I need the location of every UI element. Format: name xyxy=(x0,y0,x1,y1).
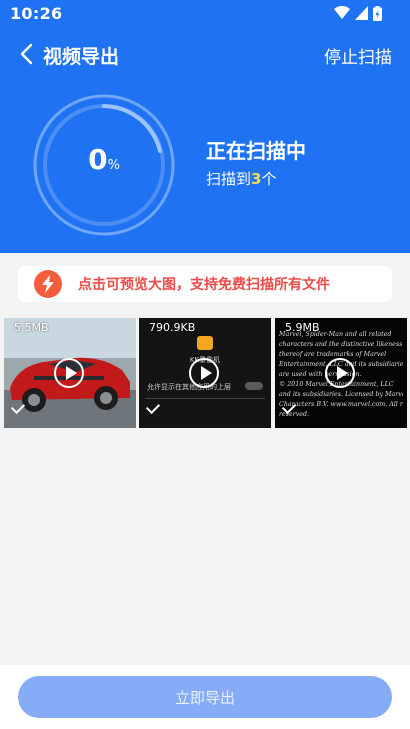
progress-unit: % xyxy=(107,158,120,173)
nav-bar: 视频导出 停止扫描 xyxy=(0,38,410,72)
found-count: 3 xyxy=(251,170,262,188)
video-thumbnail[interactable]: KK录像机 允许显示在其他应用的上层 790.9KB xyxy=(139,318,271,428)
play-icon[interactable] xyxy=(54,358,84,388)
video-size: 790.9KB xyxy=(149,321,196,334)
signal-icon xyxy=(355,6,368,20)
lightning-icon xyxy=(34,270,62,298)
video-size: 5.9MB xyxy=(285,321,320,334)
scan-status-text: 正在扫描中 xyxy=(206,139,306,163)
wifi-icon xyxy=(334,6,350,19)
tip-text: 点击可预览大图，支持免费扫描所有文件 xyxy=(78,277,330,293)
found-prefix: 扫描到 xyxy=(206,170,252,188)
status-icons xyxy=(334,5,382,21)
credits-line: and its subsidiaries. Licensed by Marvel xyxy=(279,391,403,398)
play-icon[interactable] xyxy=(189,358,219,388)
video-thumbnail[interactable]: Marvel, Spider-Man and all related charac… xyxy=(275,318,407,428)
scan-header: 10:26 视频导出 停止扫描 0% 正在扫描中 扫描到3个 xyxy=(0,0,410,253)
checkmark-icon[interactable] xyxy=(145,399,161,415)
app-logo-icon xyxy=(197,336,213,350)
video-grid: 5.5MB KK录像机 允许显示在其他应用的上层 790.9KB Marvel,… xyxy=(0,318,410,428)
stop-scan-button[interactable]: 停止扫描 xyxy=(324,43,392,68)
preview-tip-banner[interactable]: 点击可预览大图，支持免费扫描所有文件 xyxy=(18,266,392,302)
credits-line: reserved. xyxy=(279,411,310,418)
battery-icon xyxy=(373,5,382,21)
status-time: 10:26 xyxy=(10,4,63,23)
toggle-switch xyxy=(245,382,263,390)
page-title: 视频导出 xyxy=(43,46,120,68)
play-icon[interactable] xyxy=(325,358,355,388)
preview-line: 允许显示在其他应用的上层 xyxy=(147,383,231,391)
status-bar: 10:26 xyxy=(0,0,410,28)
found-suffix: 个 xyxy=(261,170,277,188)
credits-line: characters and the distinctive likeness xyxy=(279,341,403,348)
video-thumbnail[interactable]: 5.5MB xyxy=(4,318,136,428)
video-size: 5.5MB xyxy=(14,321,49,334)
scan-found-count: 扫描到3个 xyxy=(206,168,276,189)
progress-percent: 0% xyxy=(32,143,176,176)
export-button[interactable]: 立即导出 xyxy=(18,676,392,718)
back-arrow-icon[interactable] xyxy=(18,42,38,66)
divider xyxy=(145,398,265,399)
progress-number: 0 xyxy=(88,143,108,176)
credits-line: Characters B.V. www.marvel.com. All righ… xyxy=(279,401,403,408)
